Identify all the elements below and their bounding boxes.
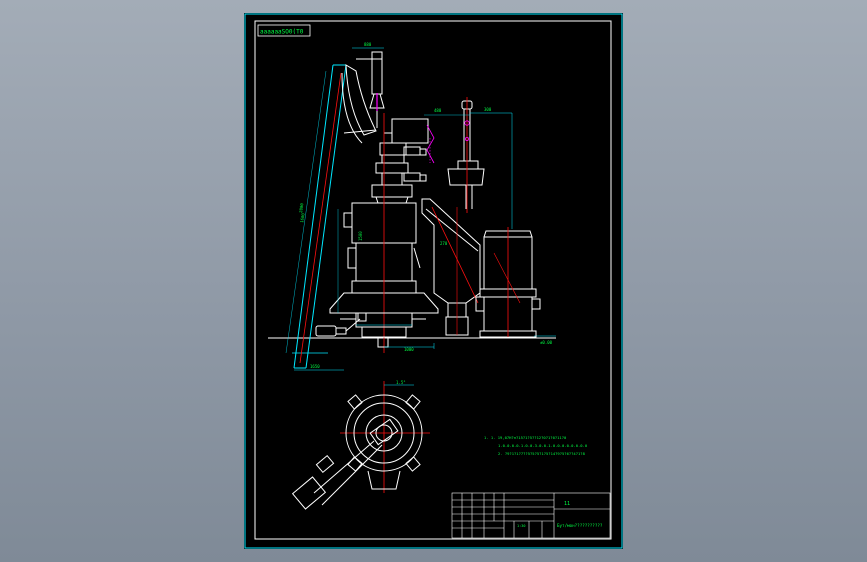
elevation-view: ±0.00 2800 880 1500 270 480 300 1650 100… xyxy=(268,42,556,371)
inner-border xyxy=(254,20,612,540)
technical-notes: 1. 1. 19,07Н?н?15?1?5??12?0?1?0?11?0 1.0… xyxy=(484,435,588,456)
dim-body: 270 xyxy=(440,241,448,246)
feed-valves xyxy=(403,146,427,182)
note-2: 1.0.0.0.0.1.0.0.3.0.0.1.0.0.0.0.0.0.0.0 xyxy=(498,443,588,448)
plan-view: 1.5° xyxy=(291,380,430,510)
drawing-title: Бут/мон??????????? xyxy=(557,523,603,528)
dim-plan: 1.5° xyxy=(396,380,406,385)
mill-base xyxy=(340,312,426,348)
dim-base-right: 1000 xyxy=(404,347,414,352)
dim-mill: 1500 xyxy=(358,231,363,241)
note-3: 2. ?9?1?1?7??5?5?5?1?5?14?9?5?6??4?1?8 xyxy=(498,451,586,456)
dim-hopper: 480 xyxy=(434,108,442,113)
drawing-number: 11 xyxy=(564,501,570,507)
drawing-scale: 1:30 xyxy=(517,524,525,528)
drawing-canvas: ааааааSO0(Т0 ±0.00 2800 880 1500 270 480… xyxy=(244,13,623,549)
note-1: 1. 1. 19,07Н?н?15?1?5??12?0?1?0?11?0 xyxy=(484,435,567,440)
exhaust-stack xyxy=(447,100,485,209)
cad-viewport[interactable]: ааааааSO0(Т0 ±0.00 2800 880 1500 270 480… xyxy=(0,0,867,562)
label-box-text: ааааааSO0(Т0 xyxy=(260,29,304,36)
conveyor-centerline xyxy=(299,72,342,364)
dim-top: 880 xyxy=(364,42,372,47)
title-block xyxy=(451,492,611,539)
separator xyxy=(371,118,429,204)
dim-pipe: 300 xyxy=(484,107,492,112)
drawing-sheet: ааааааSO0(Т0 ±0.00 2800 880 1500 270 480… xyxy=(244,13,623,549)
label-box: ааааааSO0(Т0 xyxy=(257,24,311,37)
cyclone-collector xyxy=(421,198,481,336)
dim-base: 1650 xyxy=(310,364,320,369)
drive-motor xyxy=(315,312,367,337)
floor-mark-label: ±0.00 xyxy=(540,340,553,345)
dim-inclined: 2800 xyxy=(298,202,304,213)
